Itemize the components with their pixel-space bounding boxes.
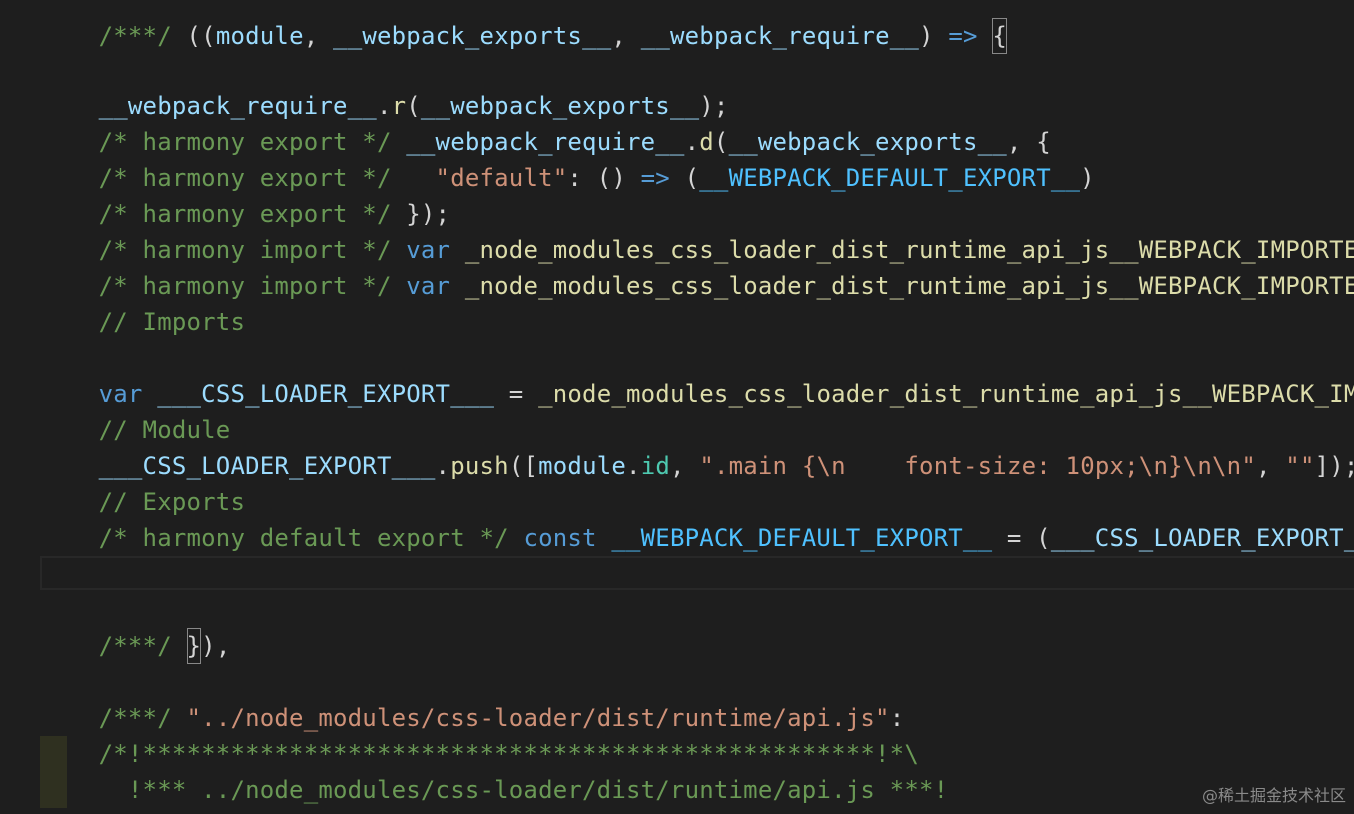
code-token: __webpack_exports__ bbox=[333, 22, 612, 50]
code-token: , bbox=[670, 452, 700, 480]
code-token: id bbox=[640, 452, 670, 480]
code-token: => bbox=[948, 22, 978, 50]
code-token: = bbox=[494, 380, 539, 408]
code-token: /* harmony default export */ bbox=[98, 524, 524, 552]
code-editor[interactable]: /***/ ((module, __webpack_exports__, __w… bbox=[0, 0, 1354, 814]
watermark: @稀土掘金技术社区 bbox=[1201, 786, 1346, 805]
current-line-highlight bbox=[40, 556, 1354, 590]
code-token: : () bbox=[567, 164, 641, 192]
code-token: . bbox=[626, 452, 641, 480]
code-line-5[interactable]: /* harmony export */ }); bbox=[40, 160, 450, 228]
code-token: // Imports bbox=[98, 308, 246, 336]
code-line-13[interactable]: // Exports bbox=[40, 448, 245, 516]
code-token: ( bbox=[669, 164, 700, 192]
code-line-10[interactable]: var ___CSS_LOADER_EXPORT___ = _node_modu… bbox=[40, 340, 1354, 408]
code-token: module bbox=[215, 22, 304, 50]
code-line-12[interactable]: ___CSS_LOADER_EXPORT___.push([module.id,… bbox=[40, 412, 1354, 480]
code-token: var bbox=[406, 272, 451, 300]
code-token: __WEBPACK_DEFAULT_EXPORT__ bbox=[611, 524, 993, 552]
matched-bracket: { bbox=[992, 18, 1007, 54]
code-token: ___CSS_LOADER_EXPORT___ bbox=[1050, 524, 1354, 552]
code-token: , bbox=[611, 22, 641, 50]
code-token: const bbox=[523, 524, 597, 552]
code-token: => bbox=[640, 164, 670, 192]
code-line-20[interactable]: /*!*************************************… bbox=[40, 700, 919, 768]
code-token: ) bbox=[1080, 164, 1095, 192]
code-token: __webpack_require__ bbox=[640, 22, 920, 50]
code-token: ".main {\n font-size: 10px;\n}\n\n" bbox=[699, 452, 1256, 480]
code-token: "default" bbox=[435, 164, 568, 192]
code-token: /***/ bbox=[98, 22, 187, 50]
code-line-2[interactable]: __webpack_require__.r(__webpack_exports_… bbox=[40, 52, 729, 120]
code-token: module bbox=[538, 452, 627, 480]
code-token: (( bbox=[186, 22, 216, 50]
code-line-21[interactable]: !*** ../node_modules/css-loader/dist/run… bbox=[40, 736, 948, 804]
code-line-0[interactable]: /***/ ((module, __webpack_exports__, __w… bbox=[40, 0, 1007, 54]
code-token: ) bbox=[919, 22, 949, 50]
code-line-7[interactable]: /* harmony import */ var _node_modules_c… bbox=[40, 232, 1354, 300]
code-token: ([ bbox=[508, 452, 539, 480]
code-token: , bbox=[1255, 452, 1286, 480]
code-token: _node_modules_css_loader_dist_runtime_ap… bbox=[538, 380, 1354, 408]
code-token: __WEBPACK_DEFAULT_EXPORT__ bbox=[699, 164, 1081, 192]
code-token: ), bbox=[201, 632, 231, 660]
code-line-11[interactable]: // Module bbox=[40, 376, 231, 444]
code-token: ]); bbox=[1314, 452, 1354, 480]
code-line-17[interactable]: /***/ }), bbox=[40, 592, 230, 664]
code-token: "" bbox=[1285, 452, 1315, 480]
code-token: _node_modules_css_loader_dist_runtime_ap… bbox=[464, 272, 1354, 300]
code-line-19[interactable]: /***/ "../node_modules/css-loader/dist/r… bbox=[40, 664, 905, 732]
code-token: , bbox=[303, 22, 334, 50]
code-line-8[interactable]: // Imports bbox=[40, 268, 245, 336]
code-token: /***/ bbox=[98, 632, 187, 660]
code-line-14[interactable]: /* harmony default export */ const __WEB… bbox=[40, 484, 1354, 552]
code-token: push bbox=[450, 452, 509, 480]
code-line-6[interactable]: /* harmony import */ var _node_modules_c… bbox=[40, 196, 1354, 264]
code-line-3[interactable]: /* harmony export */ __webpack_require__… bbox=[40, 88, 1051, 156]
code-token: = ( bbox=[992, 524, 1051, 552]
code-token: . bbox=[435, 452, 451, 480]
code-line-22[interactable]: \***************************************… bbox=[40, 772, 890, 814]
code-line-4[interactable]: /* harmony export */ "default": () => (_… bbox=[40, 124, 1095, 192]
matched-bracket: } bbox=[186, 628, 202, 664]
